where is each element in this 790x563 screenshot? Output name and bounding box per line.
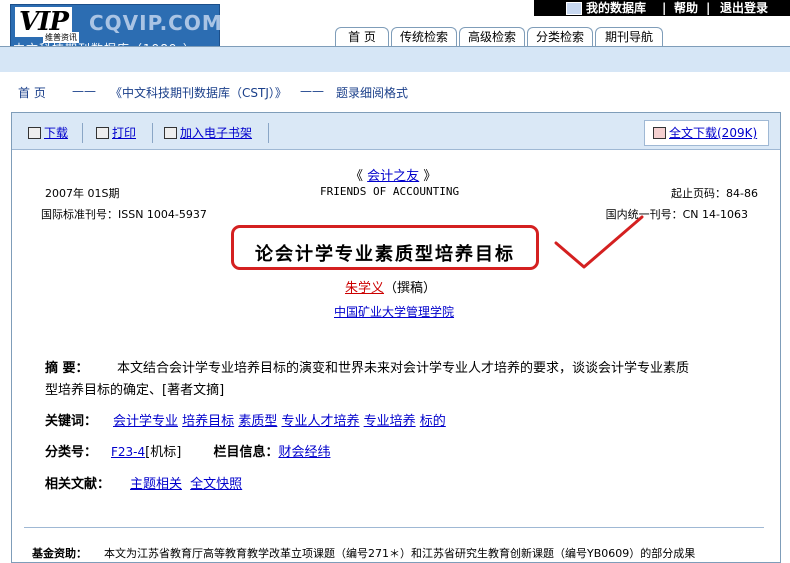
bookshelf-label: 加入电子书架 — [180, 126, 253, 140]
author-line: 朱学义（撰稿） — [345, 277, 436, 296]
toolbar-divider — [268, 123, 269, 143]
breadcrumb-current: 题录细阅格式 — [336, 86, 409, 100]
institution-line: 中国矿业大学管理学院 — [334, 303, 454, 320]
toolbar-divider — [82, 123, 83, 143]
nav-bar — [0, 46, 790, 72]
journal-english-name: FRIENDS OF ACCOUNTING — [320, 185, 460, 198]
fund-text: 本文为江苏省教育厅高等教育教学改革立项课题（编号271＊）和江苏省研究生教育创新… — [104, 547, 696, 560]
check-mark-icon — [554, 215, 644, 269]
folder-icon — [566, 2, 582, 15]
tab-advanced-search[interactable]: 高级检索 — [459, 27, 525, 46]
logo-watermark: CQVIP.COM — [89, 11, 223, 35]
open-bracket: 《 — [350, 169, 364, 184]
print-button[interactable]: 打印 — [96, 125, 136, 141]
header: VIP 维普资讯 CQVIP.COM 中文科技期刊数据库（1989-） 我的数据… — [0, 0, 790, 73]
abstract-label: 摘 要： — [45, 361, 89, 376]
article-title: 论会计学专业素质型培养目标 — [255, 244, 515, 265]
related-label: 相关文献： — [45, 477, 111, 492]
save-icon — [28, 127, 41, 139]
fulltext-snapshot-link[interactable]: 全文快照 — [190, 477, 242, 492]
tab-traditional-search[interactable]: 传统检索 — [391, 27, 457, 46]
fulltext-download-box: 全文下载(209K) — [644, 120, 769, 146]
abstract-text-1: 本文结合会计学专业培养目标的演变和世界未来对会计学专业人才培养的要求，谈谈会计学… — [117, 361, 690, 376]
logout-link[interactable]: 退出登录 — [720, 0, 768, 16]
related-topic-link[interactable]: 主题相关 — [130, 477, 182, 492]
column-link[interactable]: 财会经纬 — [278, 445, 330, 460]
download-button[interactable]: 下载 — [28, 125, 68, 141]
class-label: 分类号： — [45, 445, 98, 460]
breadcrumb-separator: —— — [72, 84, 96, 98]
keywords-line: 关键词： 会计学专业 培养目标 素质型 专业人才培养 专业培养 标的 — [45, 410, 446, 429]
fulltext-label: 全文下载(209K) — [669, 126, 758, 140]
keyword-link[interactable]: 专业人才培养 — [281, 414, 359, 429]
journal-name-link[interactable]: 会计之友 — [367, 169, 419, 184]
column-label: 栏目信息： — [213, 445, 279, 460]
class-code-link[interactable]: F23-4 — [111, 445, 145, 459]
separator: | — [662, 1, 667, 15]
keyword-link[interactable]: 专业培养 — [364, 414, 416, 429]
my-database-link[interactable]: 我的数据库 — [586, 0, 646, 16]
fund-line: 基金资助： 本文为江苏省教育厅高等教育教学改革立项课题（编号271＊）和江苏省研究… — [32, 545, 695, 561]
printer-icon — [96, 127, 109, 139]
separator: | — [706, 1, 711, 15]
toolbar: 下载 打印 加入电子书架 全文下载(209K) — [12, 113, 780, 150]
help-link[interactable]: 帮助 — [674, 0, 698, 16]
add-bookshelf-button[interactable]: 加入电子书架 — [164, 125, 252, 141]
bookshelf-icon — [164, 127, 177, 139]
breadcrumb-database[interactable]: 《中文科技期刊数据库（CSTJ）》 — [110, 84, 287, 101]
breadcrumb-home[interactable]: 首 页 — [18, 84, 46, 101]
keyword-link[interactable]: 培养目标 — [182, 414, 234, 429]
related-line: 相关文献： 主题相关 全文快照 — [45, 473, 242, 492]
institution-link[interactable]: 中国矿业大学管理学院 — [334, 305, 454, 319]
author-role: （撰稿） — [384, 281, 437, 296]
keyword-link[interactable]: 素质型 — [238, 414, 277, 429]
issue-info: 2007年 01S期 — [45, 187, 120, 200]
breadcrumb-separator: —— — [300, 84, 324, 98]
abstract-text-2: 型培养目标的确定、[著者文摘] — [45, 383, 225, 398]
pdf-icon — [653, 127, 666, 139]
divider — [24, 527, 764, 528]
fund-label: 基金资助： — [32, 547, 87, 560]
tab-journal-nav[interactable]: 期刊导航 — [595, 27, 663, 46]
classification-line: 分类号： F23-4[机标] 栏目信息：财会经纬 — [45, 441, 330, 460]
download-label: 下载 — [44, 126, 69, 140]
print-label: 打印 — [112, 126, 137, 140]
fulltext-download-button[interactable]: 全文下载(209K) — [653, 125, 757, 141]
tab-home[interactable]: 首 页 — [335, 27, 389, 46]
close-bracket: 》 — [423, 169, 437, 184]
keywords-label: 关键词： — [45, 414, 98, 429]
top-link-bar: 我的数据库 | 帮助 | 退出登录 — [534, 0, 790, 16]
author-link[interactable]: 朱学义 — [345, 281, 384, 296]
record-panel: 下载 打印 加入电子书架 全文下载(209K) 《 会计之友 》 2007年 0… — [11, 112, 781, 563]
keyword-link[interactable]: 标的 — [420, 414, 446, 429]
toolbar-divider — [152, 123, 153, 143]
abstract-line-1: 摘 要： 本文结合会计学专业培养目标的演变和世界未来对会计学专业人才培养的要求，谈… — [45, 357, 689, 376]
issn: 国际标准刊号：ISSN 1004-5937 — [41, 208, 207, 221]
keyword-link[interactable]: 会计学专业 — [113, 414, 178, 429]
tab-category-search[interactable]: 分类检索 — [527, 27, 593, 46]
class-type: [机标] — [145, 445, 182, 460]
page-range: 起止页码：84-86 — [671, 187, 758, 200]
journal-name-line: 《 会计之友 》 — [350, 165, 436, 184]
